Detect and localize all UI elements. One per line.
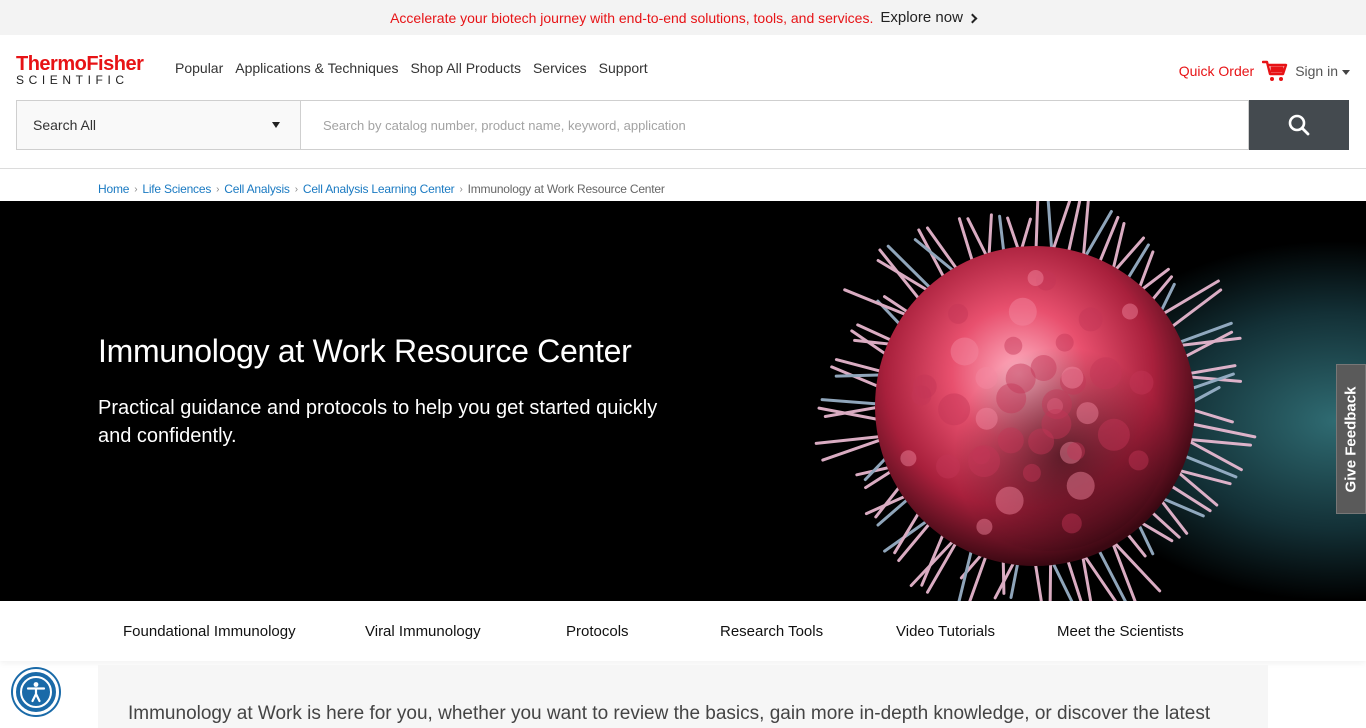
search-input[interactable] (301, 100, 1249, 150)
search-bar: Search All (16, 100, 1349, 150)
breadcrumb-separator-icon: › (216, 183, 220, 195)
accessibility-button[interactable] (13, 669, 59, 715)
tab-protocols[interactable]: Protocols (566, 601, 629, 661)
breadcrumb-home[interactable]: Home (98, 182, 129, 196)
utility-nav: Quick Order Sign in (1179, 60, 1350, 82)
chevron-right-icon (967, 13, 978, 23)
give-feedback-label: Give Feedback (1342, 386, 1360, 492)
breadcrumb-separator-icon: › (294, 183, 298, 195)
nav-applications-techniques[interactable]: Applications & Techniques (235, 60, 398, 76)
nav-popular[interactable]: Popular (175, 60, 223, 76)
hero-subtitle: Practical guidance and protocols to help… (98, 397, 658, 447)
explore-now-label: Explore now (880, 9, 963, 26)
main-nav: Popular Applications & Techniques Shop A… (175, 60, 660, 76)
logo-line2: SCIENTIFIC (16, 73, 129, 87)
caret-down-icon (1342, 69, 1350, 75)
breadcrumb-learning-center[interactable]: Cell Analysis Learning Center (303, 182, 455, 196)
breadcrumb-life-sciences[interactable]: Life Sciences (142, 182, 211, 196)
tab-meet-the-scientists[interactable]: Meet the Scientists (1057, 601, 1184, 661)
search-icon (1288, 114, 1310, 136)
nav-support[interactable]: Support (599, 60, 648, 76)
tab-viral-immunology[interactable]: Viral Immunology (365, 601, 481, 661)
tab-research-tools[interactable]: Research Tools (720, 601, 823, 661)
nav-shop-all-products[interactable]: Shop All Products (410, 60, 521, 76)
search-button[interactable] (1249, 100, 1349, 150)
cart-icon[interactable] (1262, 60, 1288, 82)
tab-foundational-immunology[interactable]: Foundational Immunology (123, 601, 296, 661)
tab-video-tutorials[interactable]: Video Tutorials (896, 601, 995, 661)
give-feedback-button[interactable]: Give Feedback (1336, 364, 1366, 514)
breadcrumb-separator-icon: › (134, 183, 138, 195)
hero-banner: Immunology at Work Resource Center Pract… (0, 201, 1366, 601)
promo-banner: Accelerate your biotech journey with end… (0, 0, 1366, 35)
search-scope-label: Search All (33, 117, 97, 133)
caret-down-icon (272, 122, 280, 128)
quick-order-link[interactable]: Quick Order (1179, 63, 1254, 79)
hero-title: Immunology at Work Resource Center (98, 333, 632, 369)
promo-text: Accelerate your biotech journey with end… (390, 9, 874, 26)
thermo-fisher-logo[interactable]: ThermoFisher SCIENTIFIC (16, 54, 158, 87)
nav-services[interactable]: Services (533, 60, 587, 76)
intro-text: Immunology at Work is here for you, whet… (128, 703, 1211, 724)
sign-in-menu[interactable]: Sign in (1295, 63, 1350, 79)
immune-cell-image (760, 201, 1366, 601)
breadcrumb-current: Immunology at Work Resource Center (467, 182, 665, 196)
logo-line1: ThermoFisher (16, 53, 144, 75)
explore-now-link[interactable]: Explore now (880, 9, 978, 26)
breadcrumb: Home › Life Sciences › Cell Analysis › C… (98, 182, 665, 196)
sign-in-label: Sign in (1295, 63, 1338, 79)
intro-section: Immunology at Work is here for you, whet… (98, 665, 1268, 728)
search-scope-select[interactable]: Search All (16, 100, 301, 150)
accessibility-icon (20, 676, 52, 708)
breadcrumb-cell-analysis[interactable]: Cell Analysis (224, 182, 290, 196)
site-header: ThermoFisher SCIENTIFIC Popular Applicat… (0, 35, 1366, 169)
breadcrumb-separator-icon: › (459, 183, 463, 195)
section-tabs: Foundational Immunology Viral Immunology… (0, 601, 1366, 661)
